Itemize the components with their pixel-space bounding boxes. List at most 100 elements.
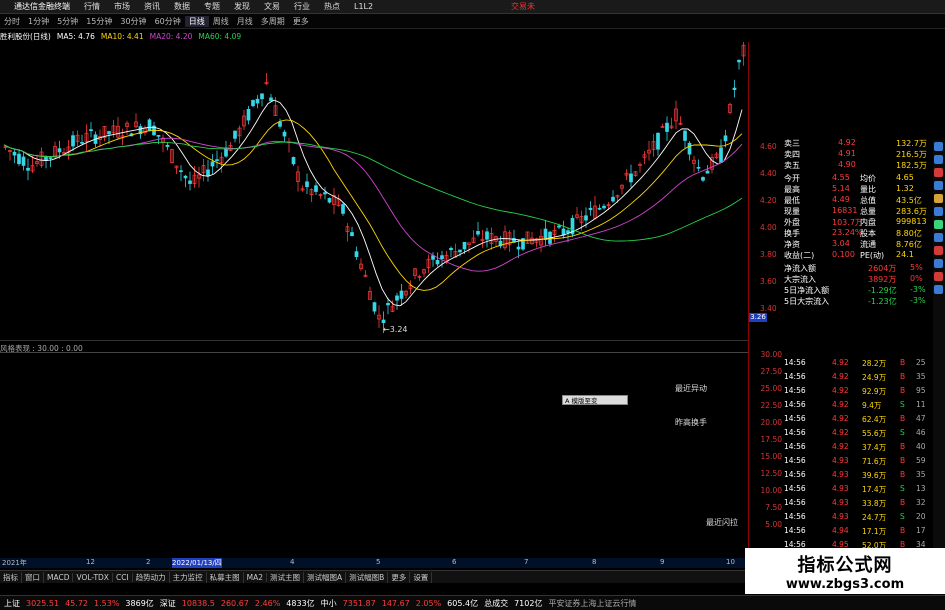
ask-row: 卖五 4.90 182.5万 xyxy=(750,160,933,171)
stat-label: 量比 xyxy=(860,185,876,194)
template-popup[interactable]: A 模版至变 xyxy=(562,395,628,405)
stat-value: 999813 xyxy=(896,217,927,226)
sh-amount: 3869亿 xyxy=(125,598,154,608)
tab-3[interactable]: VOL-TDX xyxy=(73,572,113,582)
tool-icon[interactable] xyxy=(934,220,943,229)
menu-item-3[interactable]: 数据 xyxy=(167,1,197,12)
tick-count: 59 xyxy=(916,456,926,465)
tool-icon[interactable] xyxy=(934,259,943,268)
tick-count: 17 xyxy=(916,526,926,535)
period-3[interactable]: 15分钟 xyxy=(82,16,116,27)
stat-label: 收益(二) xyxy=(784,251,815,260)
stat-value: 103.7万 xyxy=(832,218,863,227)
tab-11[interactable]: 测试幅图B xyxy=(346,571,389,583)
stat-label: 最低 xyxy=(784,196,800,205)
candle-body xyxy=(629,173,633,183)
tab-2[interactable]: MACD xyxy=(44,572,74,582)
tick-side: S xyxy=(900,512,905,521)
tick-price: 4.93 xyxy=(832,498,849,507)
period-2[interactable]: 5分钟 xyxy=(53,16,82,27)
tool-icon[interactable] xyxy=(934,207,943,216)
candle-body xyxy=(260,93,264,100)
tick-time: 14:56 xyxy=(784,442,806,451)
tab-10[interactable]: 测试幅图A xyxy=(304,571,347,583)
tick-row: 14:56 4.94 17.1万 B 17 xyxy=(750,526,933,537)
watermark: 指标公式网 www.zbgs3.com xyxy=(745,548,945,594)
menu-item-6[interactable]: 文易 xyxy=(257,1,287,12)
tool-icon[interactable] xyxy=(934,194,943,203)
candle-body xyxy=(26,167,30,171)
flow-label: 5日大宗流入 xyxy=(784,297,830,306)
ask-volume: 132.7万 xyxy=(896,139,927,148)
candle-body xyxy=(602,205,606,209)
date-label: 2 xyxy=(146,558,151,566)
tick-side: S xyxy=(900,484,905,493)
flow-row: 大宗流入 3892万 0% xyxy=(750,274,933,285)
tab-13[interactable]: 设置 xyxy=(410,571,433,583)
period-1[interactable]: 1分钟 xyxy=(24,16,53,27)
trade-brand[interactable]: 交易未 xyxy=(511,1,535,12)
tick-price: 4.93 xyxy=(832,470,849,479)
tool-icon[interactable] xyxy=(934,285,943,294)
candle-body xyxy=(233,130,237,139)
period-10[interactable]: 更多 xyxy=(289,16,313,27)
zx-label[interactable]: 中小 xyxy=(321,598,337,609)
tool-icon[interactable] xyxy=(934,181,943,190)
stat-row: 今开 4.55 均价 4.65 xyxy=(750,173,933,184)
flow-pct: 5% xyxy=(910,263,923,272)
menu-item-7[interactable]: 行业 xyxy=(287,1,317,12)
period-5[interactable]: 60分钟 xyxy=(151,16,185,27)
tab-12[interactable]: 更多 xyxy=(388,571,411,583)
stat-row: 净资 3.04 流通 8.76亿 xyxy=(750,239,933,250)
candle-body xyxy=(17,153,21,165)
tab-4[interactable]: CCI xyxy=(113,572,133,582)
period-4[interactable]: 30分钟 xyxy=(116,16,150,27)
tool-icon[interactable] xyxy=(934,272,943,281)
tab-7[interactable]: 私募主图 xyxy=(207,571,244,583)
tool-icon[interactable] xyxy=(934,142,943,151)
sz-label[interactable]: 深证 xyxy=(160,598,176,609)
tool-icon[interactable] xyxy=(934,155,943,164)
period-8[interactable]: 月线 xyxy=(233,16,257,27)
app-title: 通达信金融终端 xyxy=(14,2,70,11)
stat-label: 总值 xyxy=(860,196,876,205)
tab-5[interactable]: 趋势动力 xyxy=(133,571,170,583)
period-0[interactable]: 分时 xyxy=(0,16,24,27)
tick-side: S xyxy=(900,400,905,409)
menu-item-4[interactable]: 专题 xyxy=(197,1,227,12)
tab-1[interactable]: 窗口 xyxy=(22,571,44,583)
stat-value: 23.24% xyxy=(832,228,863,237)
tool-icon[interactable] xyxy=(934,233,943,242)
tick-row: 14:56 4.92 28.2万 B 25 xyxy=(750,358,933,369)
date-cursor-label: 2022/01/13/四 xyxy=(172,558,222,568)
menu-item-2[interactable]: 资讯 xyxy=(137,1,167,12)
period-9[interactable]: 多周期 xyxy=(257,16,289,27)
chart-divider xyxy=(748,42,749,552)
menu-item-8[interactable]: 热点 xyxy=(317,1,347,12)
period-6[interactable]: 日线 xyxy=(184,15,209,27)
period-bar: 分时 1分钟 5分钟 15分钟 30分钟 60分钟 日线 周线 月线 多周期 更… xyxy=(0,14,945,29)
tab-9[interactable]: 测试主图 xyxy=(267,571,305,583)
period-7[interactable]: 周线 xyxy=(209,16,233,27)
tab-0[interactable]: 指标 xyxy=(0,571,22,583)
tab-8[interactable]: MA2 xyxy=(244,572,268,582)
tick-time: 14:56 xyxy=(784,526,806,535)
price-chart[interactable]: ←3.24 xyxy=(0,42,748,340)
menu-item-5[interactable]: 发现 xyxy=(227,1,257,12)
indicator-pane[interactable]: 最近异动 昨高换手 最近闪拉 xyxy=(0,352,748,551)
candle-body xyxy=(305,181,309,188)
tick-volume: 62.4万 xyxy=(862,415,887,424)
menu-item-1[interactable]: 市场 xyxy=(107,1,137,12)
tool-icon[interactable] xyxy=(934,246,943,255)
tick-side: B xyxy=(900,414,906,423)
tick-volume: 17.4万 xyxy=(862,485,887,494)
date-label: 6 xyxy=(452,558,457,566)
menu-item-0[interactable]: 行情 xyxy=(77,1,107,12)
tick-time: 14:56 xyxy=(784,372,806,381)
tool-icon[interactable] xyxy=(934,168,943,177)
tab-6[interactable]: 主力监控 xyxy=(170,571,207,583)
menu-item-9[interactable]: L1L2 xyxy=(347,2,380,11)
tick-row: 14:56 4.93 33.8万 B 32 xyxy=(750,498,933,509)
sh-label[interactable]: 上证 xyxy=(4,598,20,609)
popup-text[interactable]: A 模版至变 xyxy=(565,395,598,405)
